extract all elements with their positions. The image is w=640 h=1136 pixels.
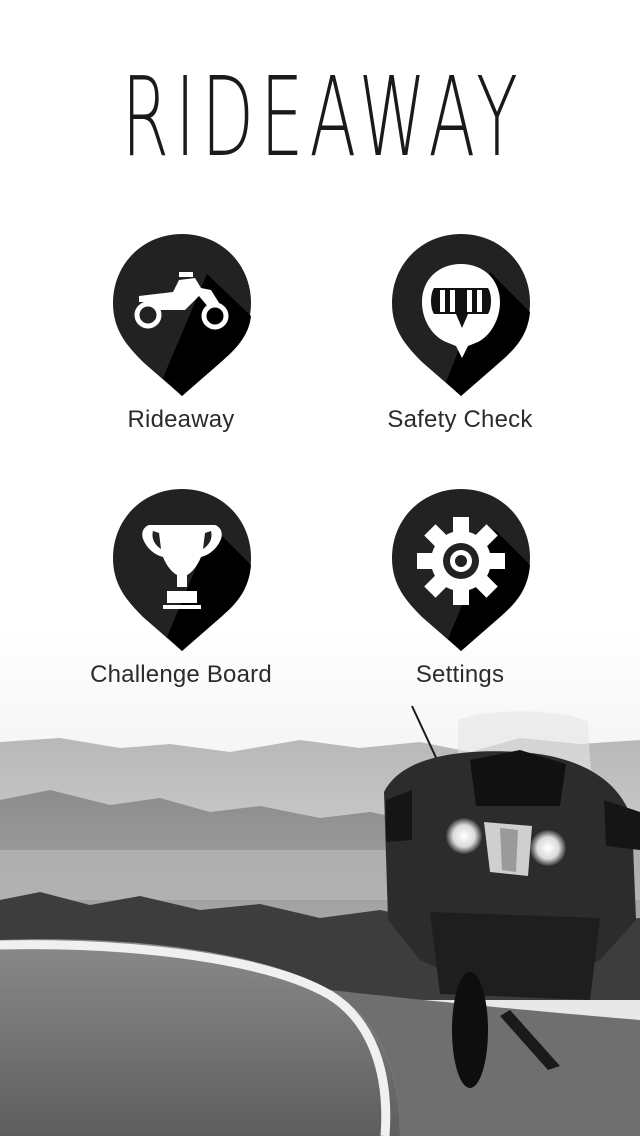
menu-item-label: Challenge Board <box>90 661 272 688</box>
home-screen: RIDEAWAY Rideaway Safety Check Challenge… <box>0 0 640 1136</box>
menu-item-safety-check[interactable]: Safety Check <box>340 232 580 452</box>
header: RIDEAWAY <box>0 0 640 200</box>
map-pin-icon <box>392 489 530 651</box>
gear-icon <box>417 517 505 605</box>
app-title: RIDEAWAY <box>121 53 524 181</box>
map-pin-icon <box>113 234 251 396</box>
menu-item-label: Safety Check <box>387 406 533 433</box>
map-pin-icon <box>392 234 530 396</box>
menu-item-label: Settings <box>415 661 505 688</box>
menu-item-settings[interactable]: Settings <box>340 487 580 707</box>
menu-item-rideaway[interactable]: Rideaway <box>61 232 301 452</box>
menu-item-challenge-board[interactable]: Challenge Board <box>61 487 301 707</box>
map-pin-icon <box>113 489 251 651</box>
menu-item-label: Rideaway <box>127 406 235 433</box>
